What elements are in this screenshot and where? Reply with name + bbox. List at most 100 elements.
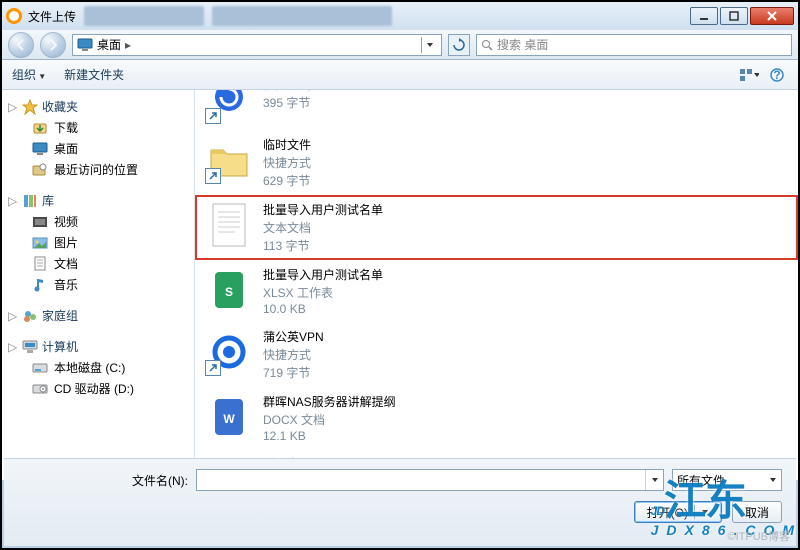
file-icon: S <box>205 266 253 314</box>
background-tab <box>212 6 392 26</box>
sidebar-item-documents[interactable]: 文档 <box>2 253 194 274</box>
back-button[interactable] <box>8 32 34 58</box>
file-size: 719 字节 <box>263 364 324 381</box>
search-placeholder: 搜索 桌面 <box>497 36 548 53</box>
sidebar-item-drive-d[interactable]: CD 驱动器 (D:) <box>2 378 194 399</box>
file-name: 批量导入用户测试名单 <box>263 266 383 283</box>
file-item[interactable]: 批量导入用户测试名单文本文档113 字节 <box>195 195 798 260</box>
maximize-button[interactable] <box>720 7 748 25</box>
breadcrumb-separator[interactable]: ▸ <box>125 38 131 52</box>
sidebar-computer[interactable]: ▷ 计算机 <box>2 336 194 357</box>
file-name: 临时文件 <box>263 136 311 153</box>
help-button[interactable]: ? <box>766 65 788 85</box>
expand-icon: ▷ <box>8 194 18 208</box>
expand-icon: ▷ <box>8 100 18 114</box>
file-name: 批量导入用户测试名单 <box>263 201 383 218</box>
sidebar-libraries-label: 库 <box>42 192 54 209</box>
svg-text:S: S <box>225 285 233 299</box>
cancel-button[interactable]: 取消 <box>732 501 782 523</box>
sidebar-favorites[interactable]: ▷ 收藏夹 <box>2 96 194 117</box>
file-item[interactable]: W群晖NAS服务器讲解提纲DOCX 文档12.1 KB <box>195 387 798 449</box>
sidebar-libraries[interactable]: ▷ 库 <box>2 190 194 211</box>
desktop-icon <box>77 37 93 53</box>
file-item[interactable]: 临时文件快捷方式629 字节 <box>195 130 798 195</box>
expand-icon: ▷ <box>8 340 18 354</box>
chevron-down-icon <box>701 508 709 516</box>
sidebar-item-pictures[interactable]: 图片 <box>2 232 194 253</box>
file-item[interactable]: 快捷方式395 字节 <box>195 90 798 130</box>
sidebar-item-downloads[interactable]: 下载 <box>2 117 194 138</box>
file-icon <box>205 136 253 184</box>
file-type: 文本文档 <box>263 219 383 236</box>
open-button-label: 打开(O) <box>647 504 688 521</box>
sidebar-homegroup-label: 家庭组 <box>42 307 78 324</box>
homegroup-icon <box>22 308 38 324</box>
file-name: 蒲公英VPN <box>263 328 324 345</box>
filename-label: 文件名(N): <box>18 472 188 489</box>
shortcut-overlay-icon <box>205 360 221 376</box>
filename-dropdown[interactable] <box>645 470 663 490</box>
address-bar[interactable]: 桌面 ▸ <box>72 34 442 56</box>
file-size: 10.0 KB <box>263 302 383 316</box>
file-icon <box>205 90 253 124</box>
view-options-button[interactable] <box>738 65 760 85</box>
organize-menu[interactable]: 组织 <box>12 66 46 83</box>
file-size: 113 字节 <box>263 237 383 254</box>
file-icon <box>205 201 253 249</box>
credit-text: ©ITPUB博客 <box>728 528 791 544</box>
file-icon <box>205 328 253 376</box>
window-title: 文件上传 <box>28 8 76 25</box>
background-tab <box>84 6 204 26</box>
file-size: 629 字节 <box>263 172 311 189</box>
file-type: 快捷方式 <box>263 346 324 363</box>
file-icon: W <box>205 393 253 441</box>
sidebar-item-recent[interactable]: 最近访问的位置 <box>2 159 194 180</box>
refresh-button[interactable] <box>448 34 470 56</box>
firefox-icon <box>6 8 22 24</box>
filename-combo[interactable] <box>196 469 664 491</box>
file-item[interactable]: S 批量导入用户测试名单XLSX 工作表10.0 KB <box>195 260 798 322</box>
filename-input[interactable] <box>197 470 645 490</box>
file-list[interactable]: 快捷方式395 字节临时文件快捷方式629 字节批量导入用户测试名单文本文档11… <box>195 90 798 480</box>
cancel-button-label: 取消 <box>745 504 769 521</box>
recent-icon <box>32 162 48 178</box>
address-location: 桌面 <box>97 36 121 53</box>
new-folder-button[interactable]: 新建文件夹 <box>64 66 124 83</box>
sidebar-homegroup[interactable]: ▷ 家庭组 <box>2 305 194 326</box>
music-icon <box>32 277 48 293</box>
shortcut-overlay-icon <box>205 168 221 184</box>
address-dropdown[interactable] <box>421 37 437 53</box>
filter-label: 所有文件 <box>677 472 725 489</box>
sidebar-item-drive-c[interactable]: 本地磁盘 (C:) <box>2 357 194 378</box>
close-button[interactable] <box>750 7 794 25</box>
file-size: 395 字节 <box>263 94 311 111</box>
expand-icon: ▷ <box>8 309 18 323</box>
drive-icon <box>32 360 48 376</box>
documents-icon <box>32 256 48 272</box>
sidebar-computer-label: 计算机 <box>42 338 78 355</box>
svg-text:W: W <box>223 412 235 426</box>
forward-button[interactable] <box>40 32 66 58</box>
chevron-down-icon <box>769 476 777 484</box>
shortcut-overlay-icon <box>205 108 221 124</box>
cd-icon <box>32 381 48 397</box>
sidebar-item-music[interactable]: 音乐 <box>2 274 194 295</box>
search-box[interactable]: 搜索 桌面 <box>476 34 792 56</box>
file-type: XLSX 工作表 <box>263 284 383 301</box>
open-button[interactable]: 打开(O) <box>634 501 722 523</box>
file-type-filter[interactable]: 所有文件 <box>672 469 782 491</box>
star-icon <box>22 99 38 115</box>
sidebar-favorites-label: 收藏夹 <box>42 98 78 115</box>
file-name: 群晖NAS服务器讲解提纲 <box>263 393 396 410</box>
sidebar-item-desktop[interactable]: 桌面 <box>2 138 194 159</box>
libraries-icon <box>22 193 38 209</box>
computer-icon <box>22 339 38 355</box>
minimize-button[interactable] <box>690 7 718 25</box>
file-item[interactable]: 蒲公英VPN快捷方式719 字节 <box>195 322 798 387</box>
file-type: DOCX 文档 <box>263 411 396 428</box>
file-type: 快捷方式 <box>263 90 311 93</box>
svg-text:?: ? <box>773 68 780 82</box>
file-type: 快捷方式 <box>263 154 311 171</box>
navigation-pane[interactable]: ▷ 收藏夹 下载 桌面 最近访问的位置 ▷ 库 视频 图片 文档 音乐 <box>2 90 195 480</box>
sidebar-item-videos[interactable]: 视频 <box>2 211 194 232</box>
